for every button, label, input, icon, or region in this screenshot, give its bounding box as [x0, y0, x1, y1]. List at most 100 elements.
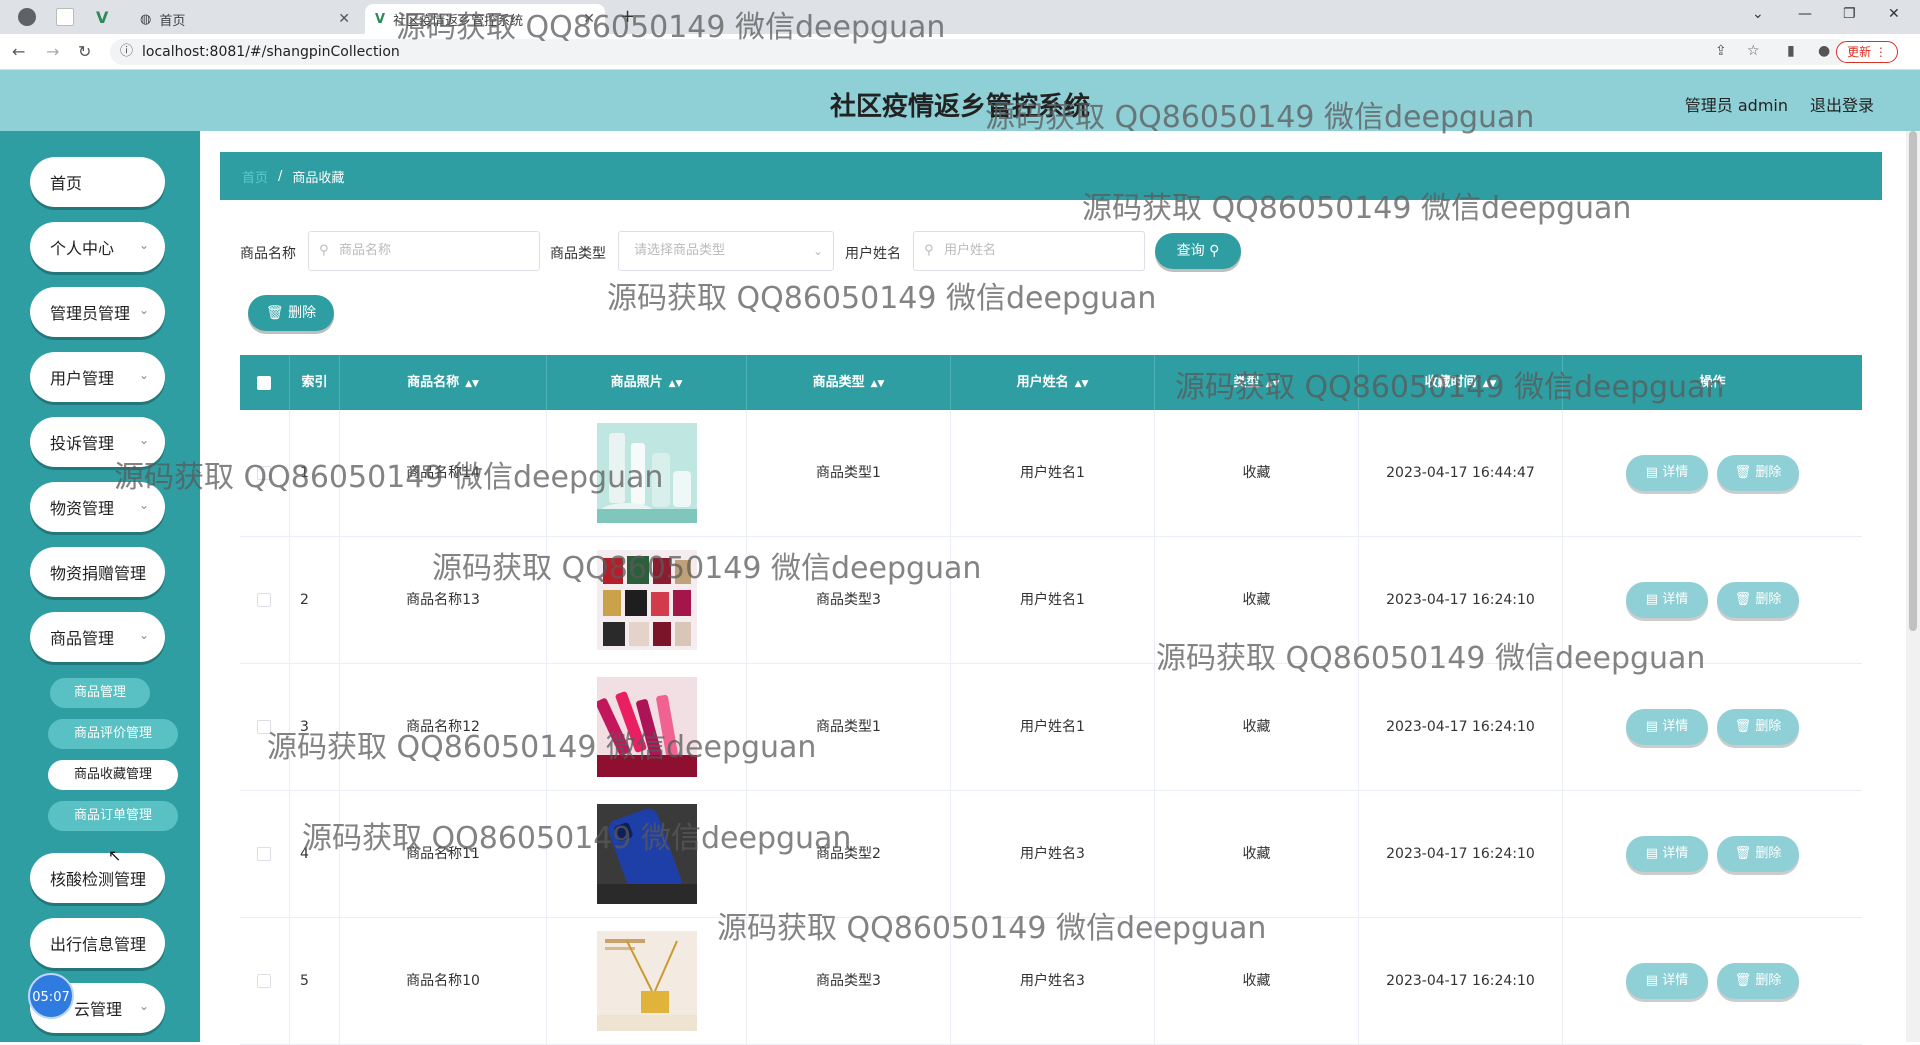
- query-button[interactable]: 查询 ⚲: [1155, 233, 1241, 269]
- column-favorite-time[interactable]: 收藏时间 ▲▼: [1359, 355, 1563, 410]
- sidebar-item-nucleic-test[interactable]: 核酸检测管理: [30, 853, 165, 903]
- column-label: 商品照片: [610, 375, 663, 390]
- product-photo[interactable]: [597, 677, 697, 777]
- delete-button[interactable]: 🗑 删除: [1717, 709, 1799, 745]
- trash-icon: 🗑: [1734, 846, 1752, 861]
- sidebar-subitem-reviews[interactable]: 商品评价管理: [48, 719, 178, 749]
- delete-button[interactable]: 🗑 删除: [1717, 963, 1799, 999]
- row-checkbox[interactable]: [257, 720, 271, 734]
- sidebar-item-label: 用户管理: [50, 369, 115, 388]
- delete-button[interactable]: 🗑 删除: [1717, 836, 1799, 872]
- delete-button[interactable]: 🗑 删除: [1717, 455, 1799, 491]
- profile-icon[interactable]: ●: [1818, 43, 1830, 59]
- sidebar-item-donations[interactable]: 物资捐赠管理: [30, 547, 165, 597]
- sidebar-subitem-orders[interactable]: 商品订单管理: [48, 801, 178, 831]
- browser-tab-home[interactable]: ◍ 首页 ✕: [130, 4, 360, 34]
- detail-button[interactable]: ▤ 详情: [1626, 963, 1708, 999]
- table-row: 5 商品名称10 商品类型3 用户姓名3 收藏 2023-04-17 16:24…: [240, 918, 1862, 1045]
- sidebar-item-home[interactable]: 首页: [30, 157, 165, 207]
- scrollbar-thumb[interactable]: [1909, 131, 1917, 631]
- bookmark-star-icon[interactable]: ☆: [1747, 43, 1760, 59]
- sidebar-item-label: 云管理: [74, 1000, 123, 1019]
- sort-icon[interactable]: ▲▼: [1075, 379, 1089, 389]
- product-photo[interactable]: [597, 550, 697, 650]
- github-icon[interactable]: [18, 8, 36, 26]
- logout-link[interactable]: 退出登录: [1810, 92, 1874, 116]
- column-product-name[interactable]: 商品名称 ▲▼: [340, 355, 547, 410]
- forward-icon[interactable]: →: [46, 42, 59, 61]
- row-checkbox[interactable]: [257, 847, 271, 861]
- sort-icon[interactable]: ▲▼: [1266, 379, 1280, 389]
- sidebar-subitem-products[interactable]: 商品管理: [50, 678, 150, 708]
- site-info-icon[interactable]: ⓘ: [120, 39, 133, 65]
- detail-button[interactable]: ▤ 详情: [1626, 709, 1708, 745]
- column-label: 操作: [1699, 375, 1726, 390]
- column-kind[interactable]: 类型 ▲▼: [1155, 355, 1359, 410]
- url-field[interactable]: ⓘ localhost:8081/#/shangpinCollection: [110, 39, 1850, 65]
- product-photo[interactable]: [597, 423, 697, 523]
- new-tab-button[interactable]: +: [620, 6, 635, 27]
- time-badge[interactable]: 05:07: [28, 973, 74, 1019]
- restore-icon[interactable]: ❐: [1843, 6, 1856, 22]
- breadcrumb-home[interactable]: 首页: [242, 167, 268, 186]
- close-tab-icon[interactable]: ✕: [338, 11, 350, 27]
- row-product-type: 商品类型1: [747, 410, 951, 537]
- sort-icon[interactable]: ▲▼: [465, 379, 479, 389]
- product-type-select[interactable]: 请选择商品类型 ⌄: [618, 231, 834, 271]
- sidebar-item-users[interactable]: 用户管理 ⌄: [30, 352, 165, 402]
- minimize-icon[interactable]: —: [1798, 6, 1812, 22]
- breadcrumb: 首页 / 商品收藏: [220, 152, 1882, 200]
- sidebar-item-label: 物资捐赠管理: [50, 564, 147, 583]
- chevron-down-icon: ⌄: [138, 433, 149, 447]
- row-index: 5: [290, 918, 340, 1045]
- sidebar-subitem-favorites[interactable]: 商品收藏管理: [48, 760, 178, 790]
- row-index: 2: [290, 537, 340, 664]
- chevron-down-icon: ⌄: [138, 628, 149, 642]
- row-photo-cell: [547, 537, 747, 664]
- row-favorite-time: 2023-04-17 16:24:10: [1359, 664, 1563, 791]
- document-icon: ▤: [1645, 719, 1659, 734]
- share-icon[interactable]: ⇪: [1715, 43, 1727, 59]
- side-panel-icon[interactable]: ▮: [1787, 43, 1795, 59]
- batch-delete-button[interactable]: 🗑 删除: [248, 295, 334, 331]
- sidebar-item-travel-info[interactable]: 出行信息管理: [30, 918, 165, 968]
- delete-button[interactable]: 🗑 删除: [1717, 582, 1799, 618]
- row-product-name: 商品名称14: [340, 410, 547, 537]
- product-photo[interactable]: [597, 804, 697, 904]
- select-all-checkbox[interactable]: [257, 376, 271, 390]
- column-user-name[interactable]: 用户姓名 ▲▼: [951, 355, 1155, 410]
- detail-button[interactable]: ▤ 详情: [1626, 455, 1708, 491]
- detail-button[interactable]: ▤ 详情: [1626, 836, 1708, 872]
- globe-icon: ◍: [140, 11, 152, 27]
- sort-icon[interactable]: ▲▼: [871, 379, 885, 389]
- close-window-icon[interactable]: ✕: [1888, 6, 1900, 22]
- row-checkbox[interactable]: [257, 466, 271, 480]
- sidebar-item-label: 出行信息管理: [50, 935, 147, 954]
- row-checkbox[interactable]: [257, 974, 271, 988]
- tab-search-icon[interactable]: ⌄: [1752, 6, 1764, 22]
- sidebar-item-complaints[interactable]: 投诉管理 ⌄: [30, 417, 165, 467]
- close-tab-icon[interactable]: ✕: [583, 11, 595, 27]
- vue-icon[interactable]: V: [96, 8, 114, 27]
- sidebar-item-admin[interactable]: 管理员管理 ⌄: [30, 287, 165, 337]
- browser-tab-active[interactable]: V 社区疫情返乡管控系统 ✕: [365, 4, 605, 34]
- blank-tab-icon[interactable]: [56, 8, 74, 26]
- sidebar-item-products[interactable]: 商品管理 ⌄: [30, 612, 165, 662]
- sort-icon[interactable]: ▲▼: [669, 379, 683, 389]
- update-button[interactable]: 更新 ⋮: [1836, 41, 1898, 63]
- sidebar-item-personal-center[interactable]: 个人中心 ⌄: [30, 222, 165, 272]
- sidebar-item-supplies[interactable]: 物资管理 ⌄: [30, 482, 165, 532]
- row-checkbox[interactable]: [257, 593, 271, 607]
- back-icon[interactable]: ←: [12, 42, 25, 61]
- sort-icon[interactable]: ▲▼: [1483, 379, 1497, 389]
- mouse-cursor-icon: ↖: [108, 846, 122, 865]
- reload-icon[interactable]: ↻: [78, 42, 91, 61]
- product-name-input[interactable]: ⚲ 商品名称: [308, 231, 540, 271]
- column-product-type[interactable]: 商品类型 ▲▼: [747, 355, 951, 410]
- sidebar-item-label: 物资管理: [50, 499, 115, 518]
- user-name-input[interactable]: ⚲ 用户姓名: [913, 231, 1145, 271]
- detail-button[interactable]: ▤ 详情: [1626, 582, 1708, 618]
- column-product-photo[interactable]: 商品照片 ▲▼: [547, 355, 747, 410]
- url-text: localhost:8081/#/shangpinCollection: [142, 44, 400, 60]
- product-photo[interactable]: [597, 931, 697, 1031]
